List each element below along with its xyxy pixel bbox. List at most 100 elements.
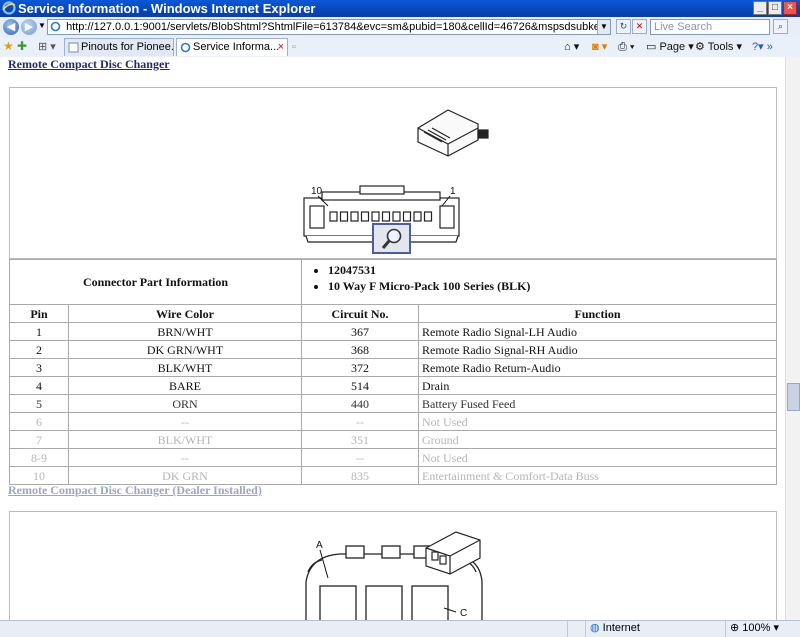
circuit-cell: 835 — [301, 466, 419, 485]
circuit-cell: -- — [301, 448, 419, 467]
address-field[interactable]: http://127.0.0.1:9001/servlets/BlobShtml… — [47, 19, 611, 35]
home-icon[interactable]: ⌂ ▾ — [564, 39, 579, 55]
circuit-cell: 514 — [301, 376, 419, 395]
pin-cavity — [381, 211, 391, 222]
section-title-cd-changer[interactable]: Remote Compact Disc Changer — [8, 57, 170, 72]
wire-color-cell: -- — [68, 412, 302, 431]
close-tab-icon[interactable]: × — [278, 39, 284, 55]
function-cell: Battery Fused Feed — [418, 394, 777, 413]
address-url: http://127.0.0.1:9001/servlets/BlobShtml… — [66, 21, 611, 33]
refresh-button[interactable]: ↻ — [616, 19, 631, 34]
back-button[interactable]: ◀ — [3, 19, 19, 35]
zoom-icon: ⊕ — [730, 622, 740, 634]
security-segment — [567, 621, 586, 637]
page-icon — [68, 42, 79, 53]
circuit-header: Circuit No. — [301, 304, 419, 323]
quick-tabs-icon[interactable]: ⊞ ▾ — [38, 39, 56, 55]
wire-color-cell: DK GRN/WHT — [68, 340, 302, 359]
function-cell: Entertainment & Comfort-Data Buss — [418, 466, 777, 485]
tab-label: Pinouts for Pionee... — [81, 41, 174, 53]
pin-cavity — [402, 211, 412, 222]
window-title: Service Information - Windows Internet E… — [18, 1, 316, 16]
feeds-icon[interactable]: ◙ ▾ — [592, 39, 607, 55]
table-row: 7 BLK/WHT 351 Ground — [9, 430, 777, 449]
scrollbar-thumb[interactable] — [787, 383, 800, 411]
table-row: 1 BRN/WHT 367 Remote Radio Signal-LH Audio — [9, 322, 777, 341]
section-title-dealer-installed[interactable]: Remote Compact Disc Changer (Dealer Inst… — [8, 483, 262, 498]
page-menu[interactable]: ▭ Page ▾ — [646, 39, 694, 55]
zoom-image-button[interactable] — [372, 223, 411, 254]
dealer-connector-figure: A C — [9, 511, 777, 620]
maximize-button[interactable]: □ — [768, 1, 782, 15]
table-row: 8-9 -- -- Not Used — [9, 448, 777, 467]
pin-cavity — [350, 211, 359, 222]
forward-button[interactable]: ▶ — [21, 19, 37, 35]
address-toolbar: ◀ ▶ ▼ http://127.0.0.1:9001/servlets/Blo… — [0, 17, 800, 38]
wire-color-cell: DK GRN — [68, 466, 302, 485]
tools-menu-label: Tools — [707, 41, 734, 53]
tab-bar: ★ ✚ ⊞ ▾ Pinouts for Pionee... Service In… — [0, 37, 800, 58]
tab-service-information[interactable]: Service Informa... × — [176, 38, 288, 56]
wire-color-cell: BRN/WHT — [68, 322, 302, 341]
circuit-cell: 351 — [301, 430, 419, 449]
label-c: C — [460, 608, 467, 619]
magnifier-icon — [381, 228, 402, 249]
close-button[interactable]: × — [783, 1, 797, 15]
title-bar: Service Information - Windows Internet E… — [0, 0, 800, 17]
print-icon[interactable]: ⎙ ▾ — [618, 39, 634, 55]
connector-pinout-table: Connector Part Information 12047531 10 W… — [9, 259, 777, 485]
zoom-control[interactable]: ⊕ 100% ▾ — [725, 621, 800, 637]
pin-cavity — [339, 211, 349, 222]
table-row: 6 -- -- Not Used — [9, 412, 777, 431]
part-description: 10 Way F Micro-Pack 100 Series (BLK) — [328, 278, 773, 294]
pin-cell: 3 — [9, 358, 69, 377]
function-cell: Not Used — [418, 448, 777, 467]
pin-10-label: 10 — [311, 186, 323, 197]
zone-segment: ◍ Internet — [585, 621, 725, 637]
function-header: Function — [418, 304, 777, 323]
search-button[interactable]: ⌕ — [773, 19, 788, 34]
wire-color-header: Wire Color — [68, 304, 302, 323]
address-dropdown-icon[interactable]: ▼ — [597, 20, 610, 34]
pin-cavity — [392, 211, 401, 222]
part-info-row: Connector Part Information 12047531 10 W… — [9, 259, 777, 305]
table-row: 4 BARE 514 Drain — [9, 376, 777, 395]
pin-cavity — [329, 211, 338, 222]
circuit-cell: 367 — [301, 322, 419, 341]
vertical-scrollbar[interactable] — [785, 57, 800, 620]
pin-cell: 5 — [9, 394, 69, 413]
ie-page-icon — [180, 42, 191, 53]
circuit-cell: 368 — [301, 340, 419, 359]
wire-color-cell: ORN — [68, 394, 302, 413]
pin-cell: 10 — [9, 466, 69, 485]
part-info-cell: 12047531 10 Way F Micro-Pack 100 Series … — [301, 259, 777, 305]
search-input[interactable]: Live Search — [650, 19, 770, 35]
pin-cavity — [371, 211, 380, 222]
table-header-row: Pin Wire Color Circuit No. Function — [9, 304, 777, 323]
help-icon[interactable]: ?▾ » — [752, 39, 773, 55]
new-tab-button[interactable]: ▫ — [292, 39, 296, 55]
tab-pinouts[interactable]: Pinouts for Pionee... — [64, 38, 174, 56]
favorites-star-icon[interactable]: ★ — [3, 39, 14, 53]
pin-cell: 2 — [9, 340, 69, 359]
ie-logo-icon — [2, 1, 16, 15]
function-cell: Remote Radio Signal-LH Audio — [418, 322, 777, 341]
add-favorite-icon[interactable]: ✚ — [17, 39, 27, 53]
table-row: 3 BLK/WHT 372 Remote Radio Return-Audio — [9, 358, 777, 377]
pin-header: Pin — [9, 304, 69, 323]
pin-cell: 1 — [9, 322, 69, 341]
zoom-level: 100% — [742, 622, 771, 634]
tools-menu[interactable]: ⚙ Tools ▾ — [695, 39, 742, 55]
function-cell: Drain — [418, 376, 777, 395]
label-a: A — [316, 540, 323, 551]
function-cell: Remote Radio Signal-RH Audio — [418, 340, 777, 359]
pin-cell: 4 — [9, 376, 69, 395]
history-dropdown-icon[interactable]: ▼ — [38, 21, 46, 30]
pin-1-label: 1 — [450, 186, 456, 197]
minimize-button[interactable]: _ — [753, 1, 767, 15]
globe-icon: ◍ — [590, 622, 600, 634]
table-row: 10 DK GRN 835 Entertainment & Comfort-Data … — [9, 466, 777, 485]
pin-cavity — [423, 211, 433, 222]
table-row: 2 DK GRN/WHT 368 Remote Radio Signal-RH Aud… — [9, 340, 777, 359]
stop-button[interactable]: ✕ — [632, 19, 647, 34]
